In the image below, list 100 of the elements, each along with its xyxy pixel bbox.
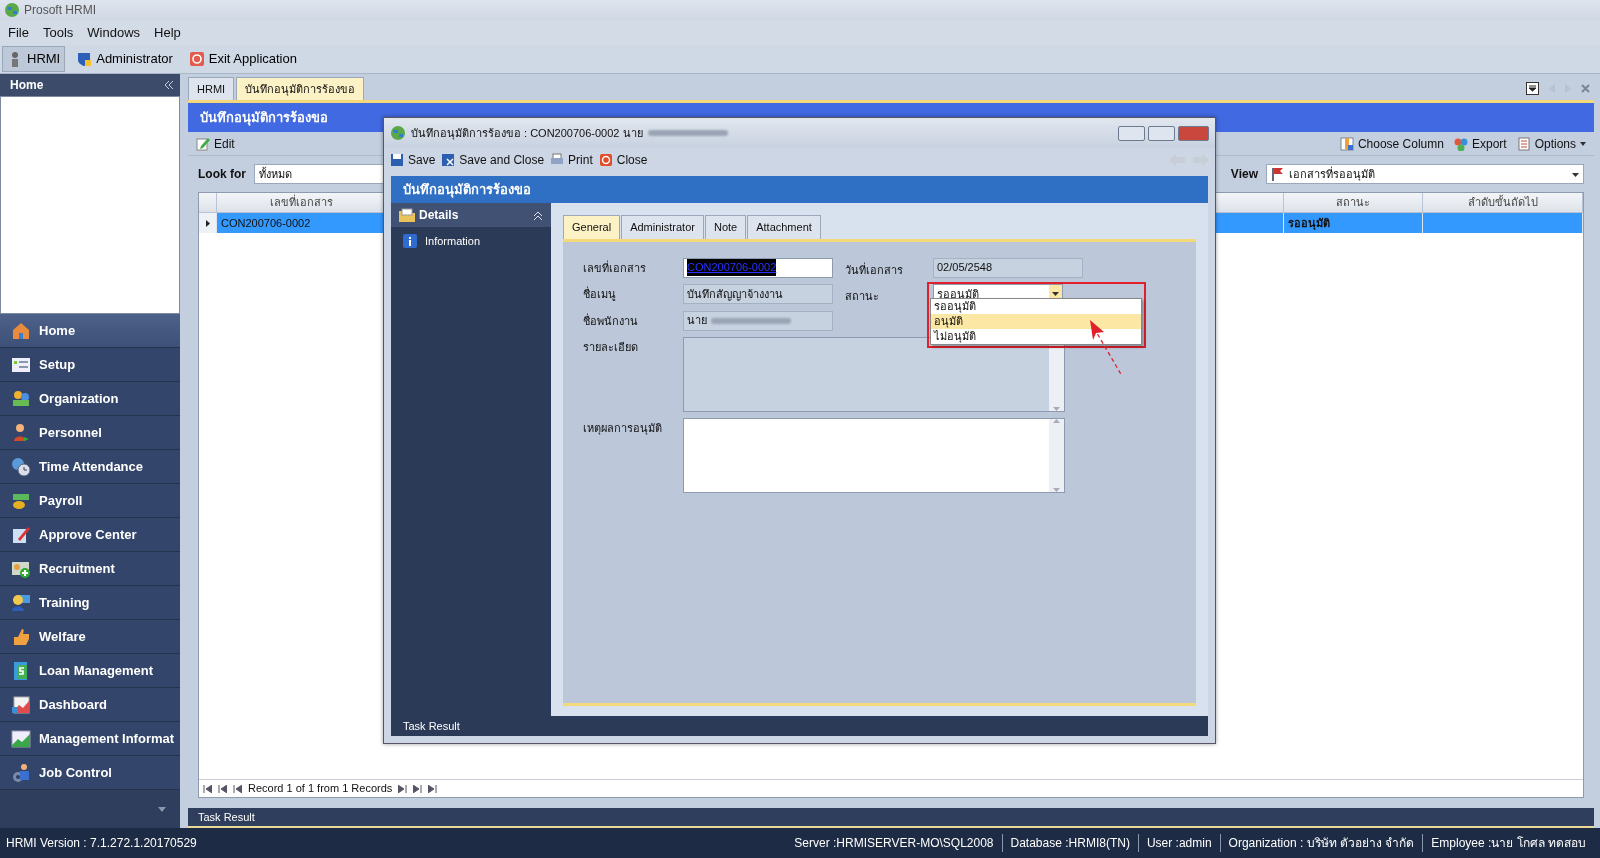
- sidebar-item[interactable]: Loan Management: [0, 654, 180, 688]
- sidebar-item[interactable]: Approve Center: [0, 518, 180, 552]
- column-header[interactable]: ลำดับขั้นถัดไป: [1423, 193, 1583, 213]
- toolbar-button[interactable]: Export: [1453, 134, 1507, 153]
- dropdown-option[interactable]: ไม่อนุมัติ: [931, 329, 1141, 344]
- chevron-down-icon[interactable]: [158, 806, 166, 812]
- scroll-down-icon: [1053, 487, 1060, 492]
- sidebar-item[interactable]: Payroll: [0, 484, 180, 518]
- version-text: HRMI Version : 7.1.272.1.20170529: [6, 835, 197, 852]
- field-label: เลขที่เอกสาร: [583, 259, 647, 276]
- printer-icon: [550, 153, 565, 167]
- task-result-label: Task Result: [403, 718, 460, 734]
- options-icon: [1516, 136, 1531, 151]
- people-icon: [11, 388, 31, 409]
- last-page-icon[interactable]: [428, 784, 438, 793]
- chart-icon: [11, 694, 31, 715]
- edit-button[interactable]: Edit: [196, 134, 235, 153]
- status-item: Server :HRMISERVER-MO\SQL2008: [793, 835, 995, 852]
- text-area[interactable]: [683, 417, 1065, 493]
- column-header[interactable]: สถานะ: [1284, 193, 1423, 213]
- status-item: Employee :นาย โกศล ทดสอบ: [1422, 834, 1594, 852]
- next-page-icon[interactable]: [413, 784, 423, 793]
- toolbar-button[interactable]: Administrator: [71, 46, 178, 72]
- table-cell: รออนุมัติ: [1284, 213, 1423, 233]
- field-label: Look for: [198, 166, 246, 183]
- input-field[interactable]: 02/05/2548: [933, 257, 1083, 278]
- power-icon: [188, 51, 205, 67]
- sidebar-item[interactable]: Time Attendance: [0, 450, 180, 484]
- toolbar-button[interactable]: Print: [550, 151, 593, 169]
- toolbar-button[interactable]: Save and Close: [441, 151, 545, 169]
- sidebar-item[interactable]: Welfare: [0, 620, 180, 654]
- nav-item[interactable]: Information: [391, 227, 551, 255]
- sidebar-item[interactable]: Organization: [0, 382, 180, 416]
- tab[interactable]: Attachment: [747, 215, 821, 239]
- sidebar-item[interactable]: Home: [0, 314, 180, 348]
- globe-icon: [4, 2, 20, 18]
- field-label: วันที่เอกสาร: [845, 261, 904, 278]
- field-label: ชื่อเมนู: [583, 285, 617, 303]
- field-label: รายละเอียด: [583, 339, 639, 355]
- scroll-down-icon: [1053, 406, 1060, 411]
- sidebar-item[interactable]: Dashboard: [0, 688, 180, 722]
- document-tab[interactable]: HRMI: [188, 76, 235, 100]
- toolbar-button[interactable]: Options: [1516, 134, 1586, 153]
- folder-icon: [399, 208, 415, 222]
- window-title: Prosoft HRMI: [24, 2, 96, 19]
- input-field[interactable]: นาย: [683, 310, 833, 331]
- maximize-button[interactable]: [1148, 125, 1175, 141]
- close-icon[interactable]: [1581, 84, 1590, 93]
- menu-item[interactable]: File: [8, 22, 29, 43]
- status-item: User :admin: [1137, 834, 1220, 852]
- column-header: [199, 193, 217, 213]
- scroll-up-icon: [1053, 418, 1060, 423]
- task-result-label: Task Result: [198, 809, 255, 825]
- view-value: เอกสารที่รออนุมัติ: [1289, 165, 1375, 183]
- sidebar-item[interactable]: Training: [0, 586, 180, 620]
- caret-icon: [1580, 141, 1586, 146]
- caret-icon: [1572, 172, 1579, 177]
- caret-icon: [1052, 292, 1059, 296]
- toolbar-button[interactable]: HRMI: [2, 46, 66, 72]
- shield-icon: [76, 51, 93, 67]
- field-label: ชื่อพนักงาน: [583, 312, 639, 329]
- dropdown-icon[interactable]: [1526, 82, 1539, 95]
- tab[interactable]: Administrator: [621, 215, 704, 239]
- menu-item[interactable]: Help: [154, 22, 181, 43]
- house-icon: [11, 320, 31, 341]
- tab[interactable]: General: [563, 215, 621, 239]
- sidebar-title: Home: [10, 77, 44, 94]
- person-icon: [11, 422, 31, 443]
- menu-item[interactable]: Tools: [42, 22, 74, 43]
- sidebar-item[interactable]: Setup: [0, 348, 180, 382]
- document-tab[interactable]: บันทึกอนุมัติการร้องขอ: [236, 76, 365, 100]
- field-label: เหตุผลการอนุมัติ: [583, 420, 663, 436]
- view-dropdown[interactable]: เอกสารที่รออนุมัติ: [1266, 164, 1584, 184]
- previous-page-icon[interactable]: [218, 784, 227, 793]
- details-group-header[interactable]: Details: [391, 203, 551, 227]
- pencil-icon: [11, 524, 31, 545]
- close-button[interactable]: [1178, 125, 1209, 141]
- status-item: Organization : บริษัท ตัวอย่าง จำกัด: [1219, 834, 1423, 852]
- first-page-icon[interactable]: [203, 784, 212, 793]
- collapse-icon[interactable]: [164, 80, 174, 90]
- next-icon[interactable]: [398, 784, 408, 793]
- clock-icon: [11, 456, 31, 477]
- minimize-button[interactable]: [1118, 125, 1145, 141]
- toolbar-button[interactable]: Choose Column: [1339, 134, 1444, 153]
- sidebar-item[interactable]: Personnel: [0, 416, 180, 450]
- sidebar-item[interactable]: Job Control: [0, 756, 180, 790]
- sidebar-item[interactable]: Recruitment: [0, 552, 180, 586]
- previous-icon[interactable]: [233, 784, 242, 793]
- flag-icon: [1271, 167, 1285, 181]
- toolbar-button[interactable]: Close: [598, 151, 648, 169]
- toolbar-button[interactable]: Exit Application: [183, 46, 302, 72]
- globe-icon: [390, 125, 406, 141]
- sidebar-item[interactable]: Management Informat: [0, 722, 180, 756]
- gear-icon: [11, 762, 31, 783]
- dropdown-option[interactable]: อนุมัติ: [931, 314, 1141, 329]
- tab[interactable]: Note: [704, 215, 747, 239]
- save-close-icon: [441, 153, 456, 167]
- menu-item[interactable]: Windows: [87, 22, 141, 43]
- input-field[interactable]: บันทึกสัญญาจ้างงาน: [683, 284, 833, 304]
- collapse-up-icon: [533, 210, 543, 221]
